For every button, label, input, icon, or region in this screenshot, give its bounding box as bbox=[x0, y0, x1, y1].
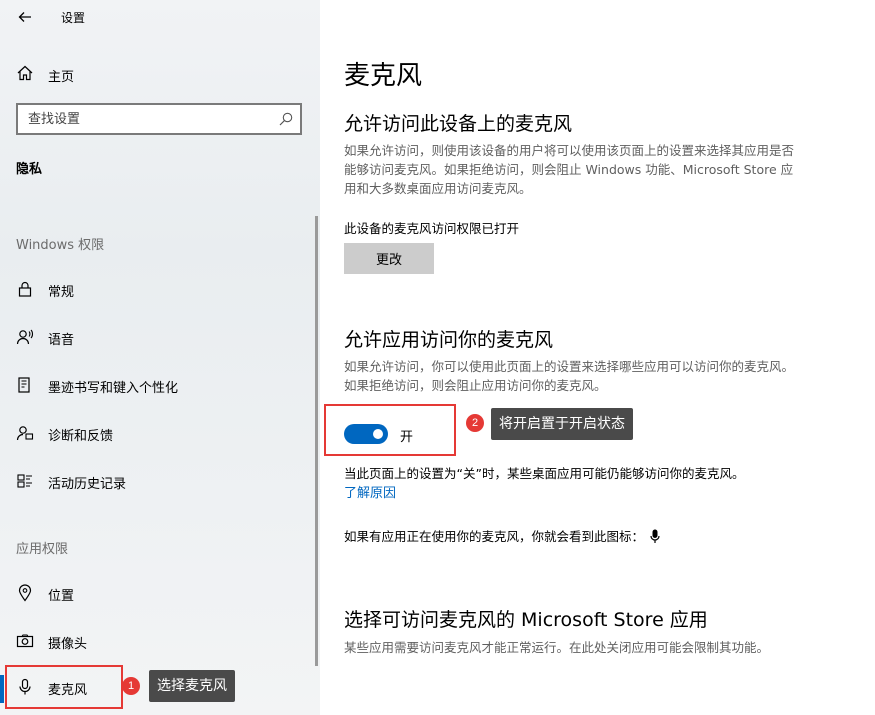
step-badge-2: 2 bbox=[466, 414, 484, 432]
lock-icon bbox=[18, 281, 32, 297]
sidebar-item-diagnostics[interactable]: 诊断和反馈 bbox=[0, 413, 320, 453]
app-access-description: 如果允许访问，你可以使用此页面上的设置来选择哪些应用可以访问你的麦克风。如果拒绝… bbox=[344, 359, 795, 393]
activity-history-icon bbox=[17, 474, 32, 488]
active-indicator bbox=[0, 675, 4, 703]
sidebar-item-label: 摄像头 bbox=[48, 637, 88, 652]
search-icon[interactable] bbox=[278, 111, 294, 127]
search-input[interactable] bbox=[18, 105, 300, 133]
microphone-indicator-icon bbox=[650, 529, 660, 543]
change-button[interactable]: 更改 bbox=[344, 243, 434, 274]
sidebar-item-general[interactable]: 常规 bbox=[0, 269, 320, 309]
back-arrow-icon bbox=[18, 12, 31, 22]
sidebar-item-label: 墨迹书写和键入个性化 bbox=[48, 381, 179, 396]
step-tooltip-2: 将开启置于开启状态 bbox=[491, 408, 633, 440]
learn-more-link[interactable]: 了解原因 bbox=[344, 482, 396, 501]
mic-icon-hint-text: 如果有应用正在使用你的麦克风，你就会看到此图标： bbox=[344, 529, 645, 544]
window-title: 设置 bbox=[61, 11, 86, 25]
device-access-heading: 允许访问此设备上的麦克风 bbox=[344, 113, 573, 135]
group-header-apps: 应用权限 bbox=[16, 542, 69, 557]
home-icon bbox=[17, 65, 33, 81]
app-access-toggle-row: 开 bbox=[344, 423, 464, 445]
sidebar-item-label: 活动历史记录 bbox=[48, 477, 127, 492]
sidebar-item-label: 位置 bbox=[48, 589, 75, 604]
back-button[interactable] bbox=[14, 6, 36, 28]
group-header-windows: Windows 权限 bbox=[16, 238, 105, 253]
sidebar-item-label: 常规 bbox=[48, 285, 75, 300]
toggle-state-label: 开 bbox=[400, 430, 414, 445]
step-tooltip-1: 选择麦克风 bbox=[149, 670, 235, 702]
ink-typing-icon bbox=[18, 377, 30, 393]
step-badge-1: 1 bbox=[122, 677, 140, 695]
camera-icon bbox=[16, 634, 34, 648]
sidebar-item-inking-typing[interactable]: 墨迹书写和键入个性化 bbox=[0, 365, 320, 405]
sidebar-item-label: 主页 bbox=[48, 70, 75, 85]
sidebar-item-location[interactable]: 位置 bbox=[0, 573, 320, 613]
sidebar-item-speech[interactable]: 语音 bbox=[0, 317, 320, 357]
sidebar: 设置 主页 隐私 Windows 权限 常规 语音 bbox=[0, 0, 320, 715]
desktop-apps-note: 当此页面上的设置为“关”时，某些桌面应用可能仍能够访问你的麦克风。 bbox=[344, 466, 745, 481]
sidebar-scrollbar[interactable] bbox=[315, 216, 318, 666]
main-content: 麦克风 允许访问此设备上的麦克风 如果允许访问，则使用该设备的用户将可以使用该页… bbox=[320, 0, 875, 715]
highlight-microphone-item bbox=[5, 665, 123, 709]
page-title: 麦克风 bbox=[344, 61, 423, 91]
feedback-icon bbox=[16, 426, 34, 441]
sidebar-item-activity-history[interactable]: 活动历史记录 bbox=[0, 461, 320, 501]
sidebar-item-label: 诊断和反馈 bbox=[48, 429, 114, 444]
sidebar-item-label: 语音 bbox=[48, 333, 75, 348]
store-apps-description: 某些应用需要访问麦克风才能正常运行。在此处关闭应用可能会限制其功能。 bbox=[344, 640, 770, 655]
app-access-toggle[interactable] bbox=[344, 424, 388, 444]
speech-icon bbox=[16, 329, 34, 345]
search-box[interactable] bbox=[16, 103, 302, 135]
device-access-status: 此设备的麦克风访问权限已打开 bbox=[344, 221, 520, 236]
sidebar-item-camera[interactable]: 摄像头 bbox=[0, 621, 320, 661]
location-icon bbox=[18, 584, 32, 602]
app-access-heading: 允许应用访问你的麦克风 bbox=[344, 329, 554, 351]
section-title: 隐私 bbox=[16, 162, 43, 177]
device-access-description: 如果允许访问，则使用该设备的用户将可以使用该页面上的设置来选择其应用是否能够访问… bbox=[344, 143, 795, 196]
mic-icon-hint-row: 如果有应用正在使用你的麦克风，你就会看到此图标： bbox=[344, 526, 660, 545]
toggle-knob bbox=[373, 429, 383, 439]
sidebar-item-home[interactable]: 主页 bbox=[0, 56, 320, 90]
store-apps-heading: 选择可访问麦克风的 Microsoft Store 应用 bbox=[344, 609, 708, 631]
